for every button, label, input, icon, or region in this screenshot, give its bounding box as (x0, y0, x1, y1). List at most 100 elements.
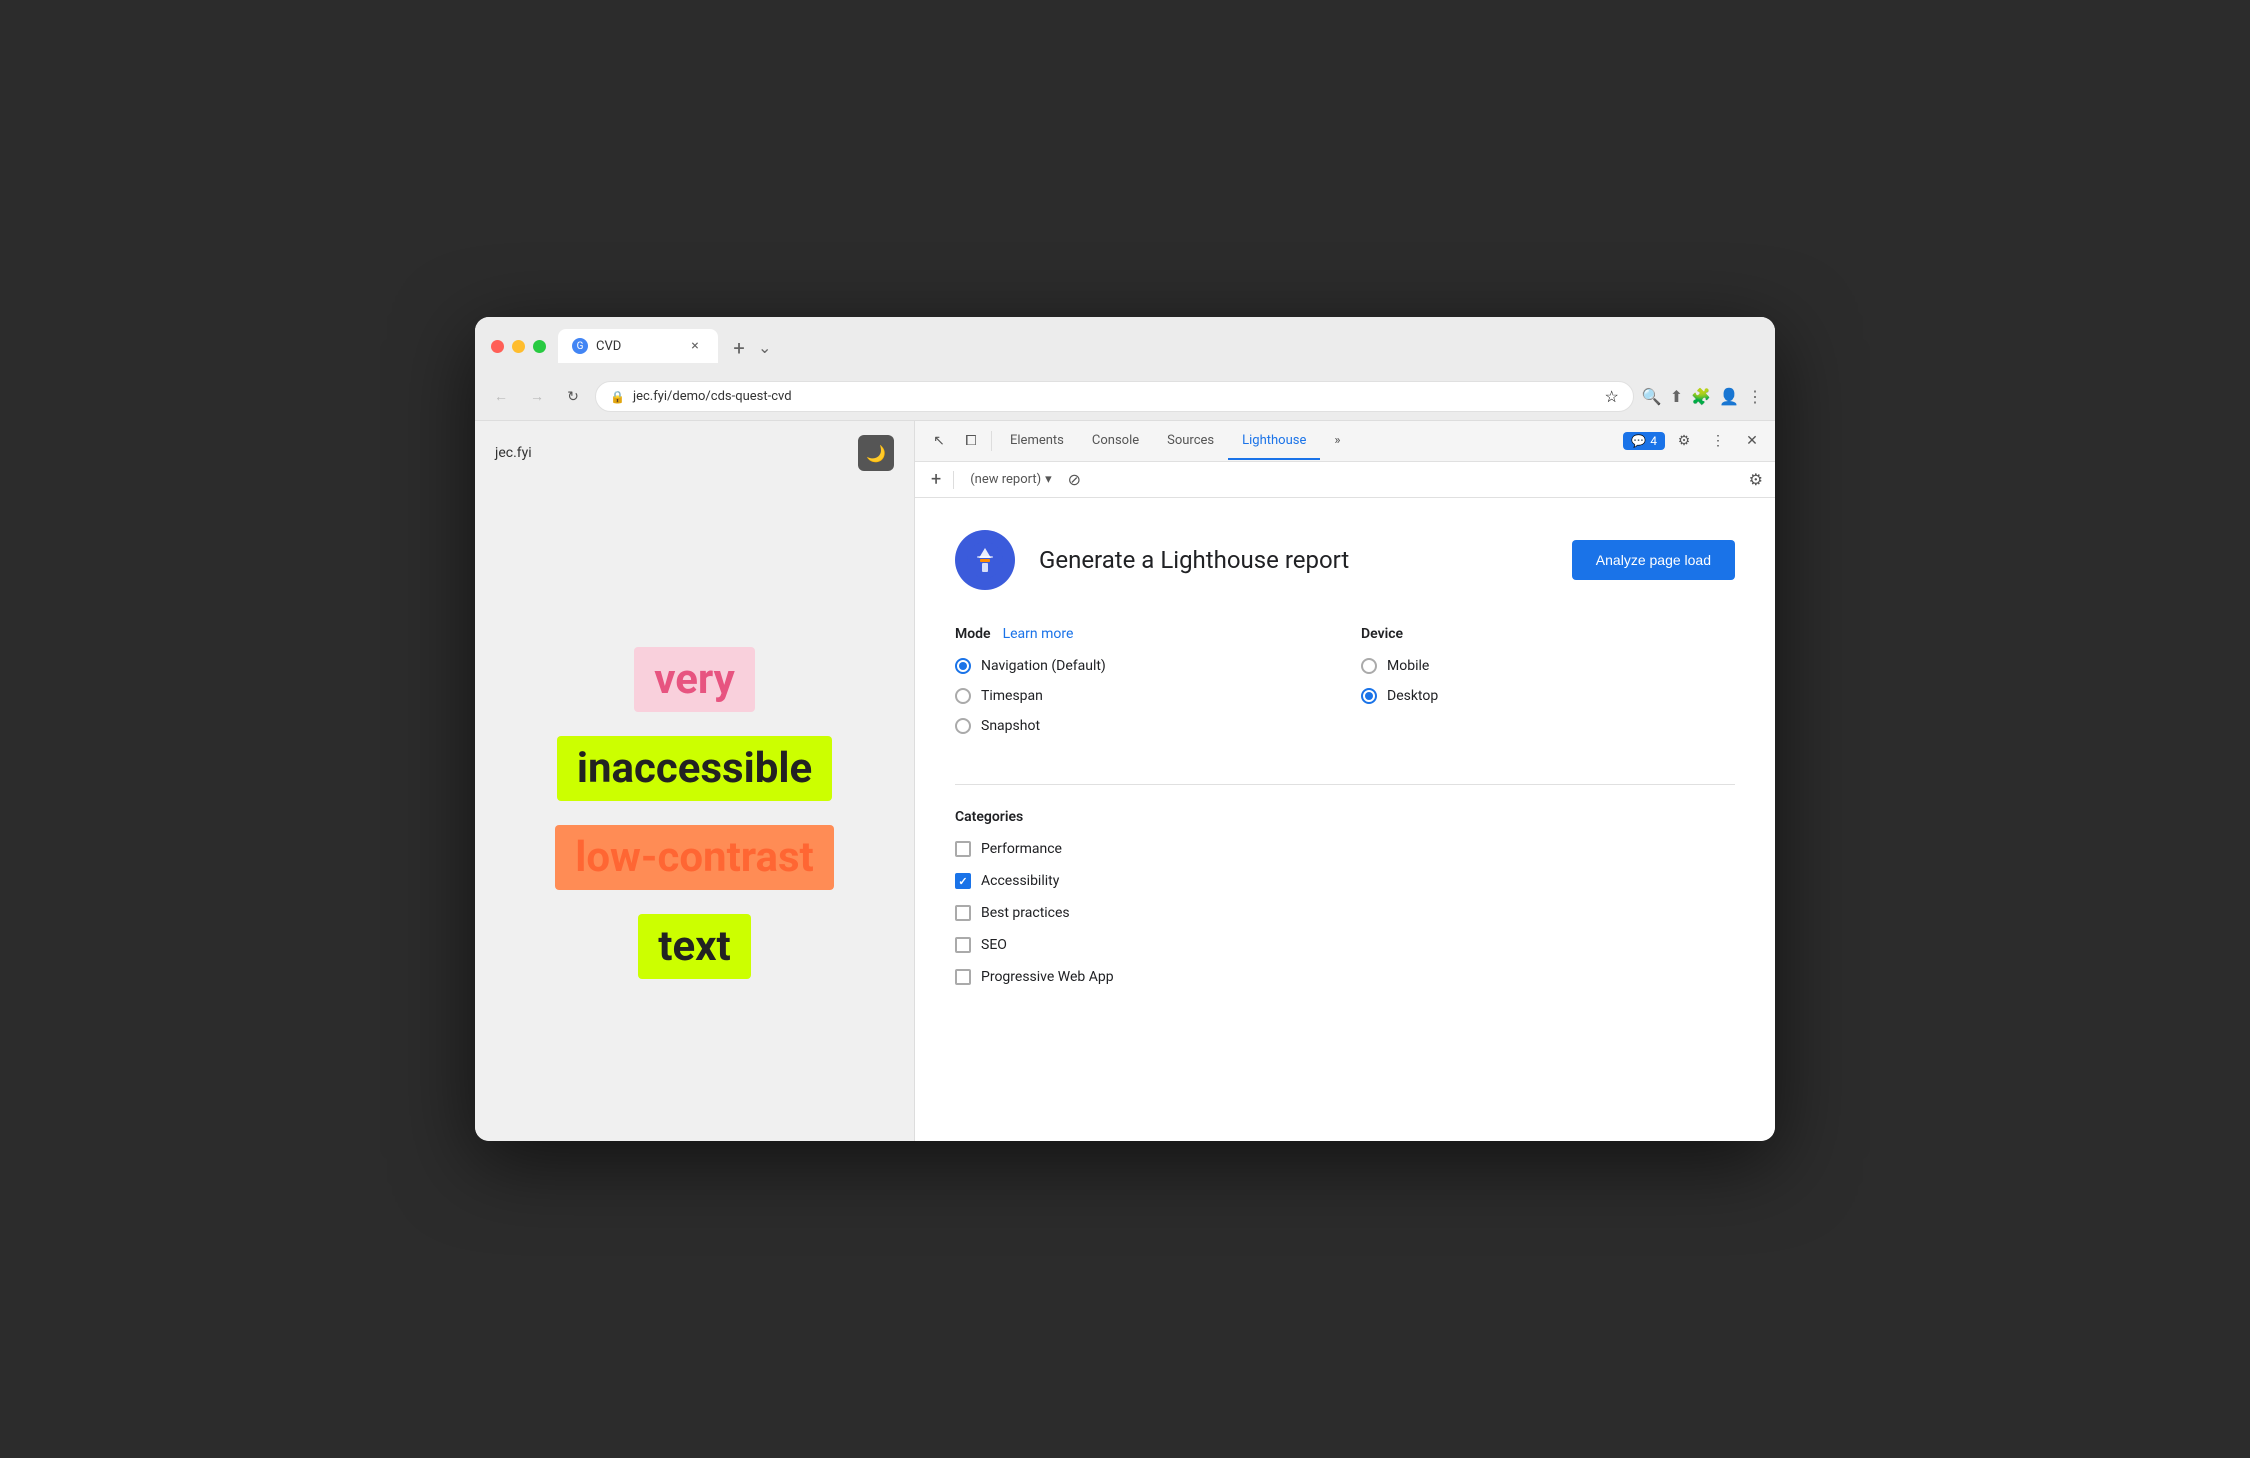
mode-section: Mode Learn more Navigation (Default) Tim… (955, 626, 1329, 748)
analyze-button[interactable]: Analyze page load (1572, 540, 1735, 580)
url-text: jec.fyi/demo/cds-quest-cvd (633, 389, 1597, 404)
devtools-panel: ↖ ⧠ Elements Console Sources Lighthouse … (915, 421, 1775, 1141)
checkbox-performance[interactable] (955, 841, 971, 857)
browser-tab[interactable]: G CVD × (558, 329, 718, 363)
tab-lighthouse[interactable]: Lighthouse (1228, 423, 1320, 460)
category-pwa-label: Progressive Web App (981, 969, 1114, 985)
devtools-close-button[interactable]: ✕ (1737, 426, 1767, 456)
device-label: Device (1361, 626, 1735, 642)
webpage-header: jec.fyi 🌙 (475, 421, 914, 485)
extensions-icon[interactable]: 🧩 (1691, 387, 1711, 406)
browser-content: jec.fyi 🌙 very inaccessible low-contrast… (475, 421, 1775, 1141)
issues-badge[interactable]: 💬 4 (1623, 432, 1665, 450)
checkbox-seo[interactable] (955, 937, 971, 953)
maximize-window-button[interactable] (533, 340, 546, 353)
radio-mobile-input[interactable] (1361, 658, 1377, 674)
back-icon: ← (494, 388, 508, 405)
radio-snapshot[interactable]: Snapshot (955, 718, 1329, 734)
device-section: Device Mobile Desktop (1361, 626, 1735, 748)
new-tab-button[interactable]: + (724, 333, 754, 363)
tab-console[interactable]: Console (1078, 423, 1153, 460)
radio-navigation-label: Navigation (Default) (981, 658, 1106, 674)
tab-favicon: G (572, 338, 588, 354)
radio-desktop-input[interactable] (1361, 688, 1377, 704)
devtools-more-button[interactable]: ⋮ (1703, 426, 1733, 456)
radio-navigation-input[interactable] (955, 658, 971, 674)
category-best-practices-label: Best practices (981, 905, 1070, 921)
category-seo-label: SEO (981, 937, 1007, 953)
demo-word-very: very (634, 647, 755, 712)
categories-label: Categories (955, 809, 1735, 825)
category-performance[interactable]: Performance (955, 841, 1735, 857)
issues-count: 4 (1650, 434, 1657, 448)
category-best-practices[interactable]: Best practices (955, 905, 1735, 921)
url-bar[interactable]: 🔒 jec.fyi/demo/cds-quest-cvd ☆ (595, 381, 1634, 412)
webpage-panel: jec.fyi 🌙 very inaccessible low-contrast… (475, 421, 915, 1141)
tab-sources[interactable]: Sources (1153, 423, 1228, 460)
checkbox-accessibility[interactable] (955, 873, 971, 889)
tab-close-button[interactable]: × (686, 337, 704, 355)
minimize-window-button[interactable] (512, 340, 525, 353)
address-bar: ← → ↻ 🔒 jec.fyi/demo/cds-quest-cvd ☆ 🔍 ⬆… (475, 373, 1775, 421)
checkbox-pwa[interactable] (955, 969, 971, 985)
forward-button[interactable]: → (523, 383, 551, 411)
inspector-icon-button[interactable]: ↖ (923, 421, 955, 461)
category-accessibility-label: Accessibility (981, 873, 1059, 889)
report-selector-label: (new report) (970, 472, 1041, 487)
devtools-gear-button[interactable]: ⚙ (1669, 426, 1699, 456)
lighthouse-options: Mode Learn more Navigation (Default) Tim… (955, 626, 1735, 748)
category-pwa[interactable]: Progressive Web App (955, 969, 1735, 985)
radio-timespan[interactable]: Timespan (955, 688, 1329, 704)
webpage-body: very inaccessible low-contrast text (475, 485, 914, 1141)
learn-more-link[interactable]: Learn more (1003, 626, 1074, 642)
categories-section: Categories Performance Accessibility Bes… (955, 809, 1735, 985)
radio-mobile-label: Mobile (1387, 658, 1429, 674)
radio-mobile[interactable]: Mobile (1361, 658, 1735, 674)
dark-mode-button[interactable]: 🌙 (858, 435, 894, 471)
category-seo[interactable]: SEO (955, 937, 1735, 953)
lighthouse-logo (955, 530, 1015, 590)
radio-desktop[interactable]: Desktop (1361, 688, 1735, 704)
window-controls (491, 340, 546, 353)
browser-window: G CVD × + ⌄ ← → ↻ 🔒 jec.fyi/demo/cds-q (475, 317, 1775, 1141)
checkbox-best-practices[interactable] (955, 905, 971, 921)
tab-menu-button[interactable]: ⌄ (758, 338, 771, 357)
mode-label: Mode Learn more (955, 626, 1329, 642)
lighthouse-gear-button[interactable]: ⚙ (1749, 470, 1763, 489)
dropdown-icon: ▾ (1045, 472, 1052, 487)
report-selector[interactable]: (new report) ▾ (962, 468, 1059, 491)
tab-elements[interactable]: Elements (996, 423, 1078, 460)
lighthouse-header: Generate a Lighthouse report Analyze pag… (955, 530, 1735, 590)
menu-icon[interactable]: ⋮ (1747, 387, 1763, 406)
add-report-button[interactable]: + (927, 469, 945, 490)
reload-icon: ↻ (567, 389, 579, 405)
back-button[interactable]: ← (487, 383, 515, 411)
block-button[interactable]: ⊘ (1068, 470, 1081, 489)
share-icon[interactable]: ⬆ (1670, 387, 1683, 406)
category-accessibility[interactable]: Accessibility (955, 873, 1735, 889)
device-icon-button[interactable]: ⧠ (955, 421, 987, 461)
demo-word-text: text (638, 914, 750, 979)
tab-more[interactable]: » (1320, 423, 1354, 460)
radio-desktop-label: Desktop (1387, 688, 1438, 704)
radio-navigation[interactable]: Navigation (Default) (955, 658, 1329, 674)
radio-timespan-label: Timespan (981, 688, 1043, 704)
reload-button[interactable]: ↻ (559, 383, 587, 411)
forward-icon: → (530, 388, 544, 405)
search-icon[interactable]: 🔍 (1642, 387, 1662, 406)
devtools-controls: 💬 4 ⚙ ⋮ ✕ (1623, 426, 1767, 456)
profile-icon[interactable]: 👤 (1719, 387, 1739, 406)
demo-word-low-contrast: low-contrast (555, 825, 834, 890)
devtools-toolbar: + (new report) ▾ ⊘ ⚙ (915, 462, 1775, 498)
title-bar: G CVD × + ⌄ (475, 317, 1775, 373)
toolbar-divider (953, 471, 954, 489)
address-bar-right: 🔍 ⬆ 🧩 👤 ⋮ (1642, 387, 1763, 406)
radio-timespan-input[interactable] (955, 688, 971, 704)
close-window-button[interactable] (491, 340, 504, 353)
lighthouse-title: Generate a Lighthouse report (1039, 546, 1548, 574)
tab-title: CVD (596, 339, 678, 354)
radio-snapshot-input[interactable] (955, 718, 971, 734)
devtools-tabs-row: ↖ ⧠ Elements Console Sources Lighthouse … (915, 421, 1775, 462)
lighthouse-content: Generate a Lighthouse report Analyze pag… (915, 498, 1775, 1141)
demo-word-inaccessible: inaccessible (557, 736, 832, 801)
